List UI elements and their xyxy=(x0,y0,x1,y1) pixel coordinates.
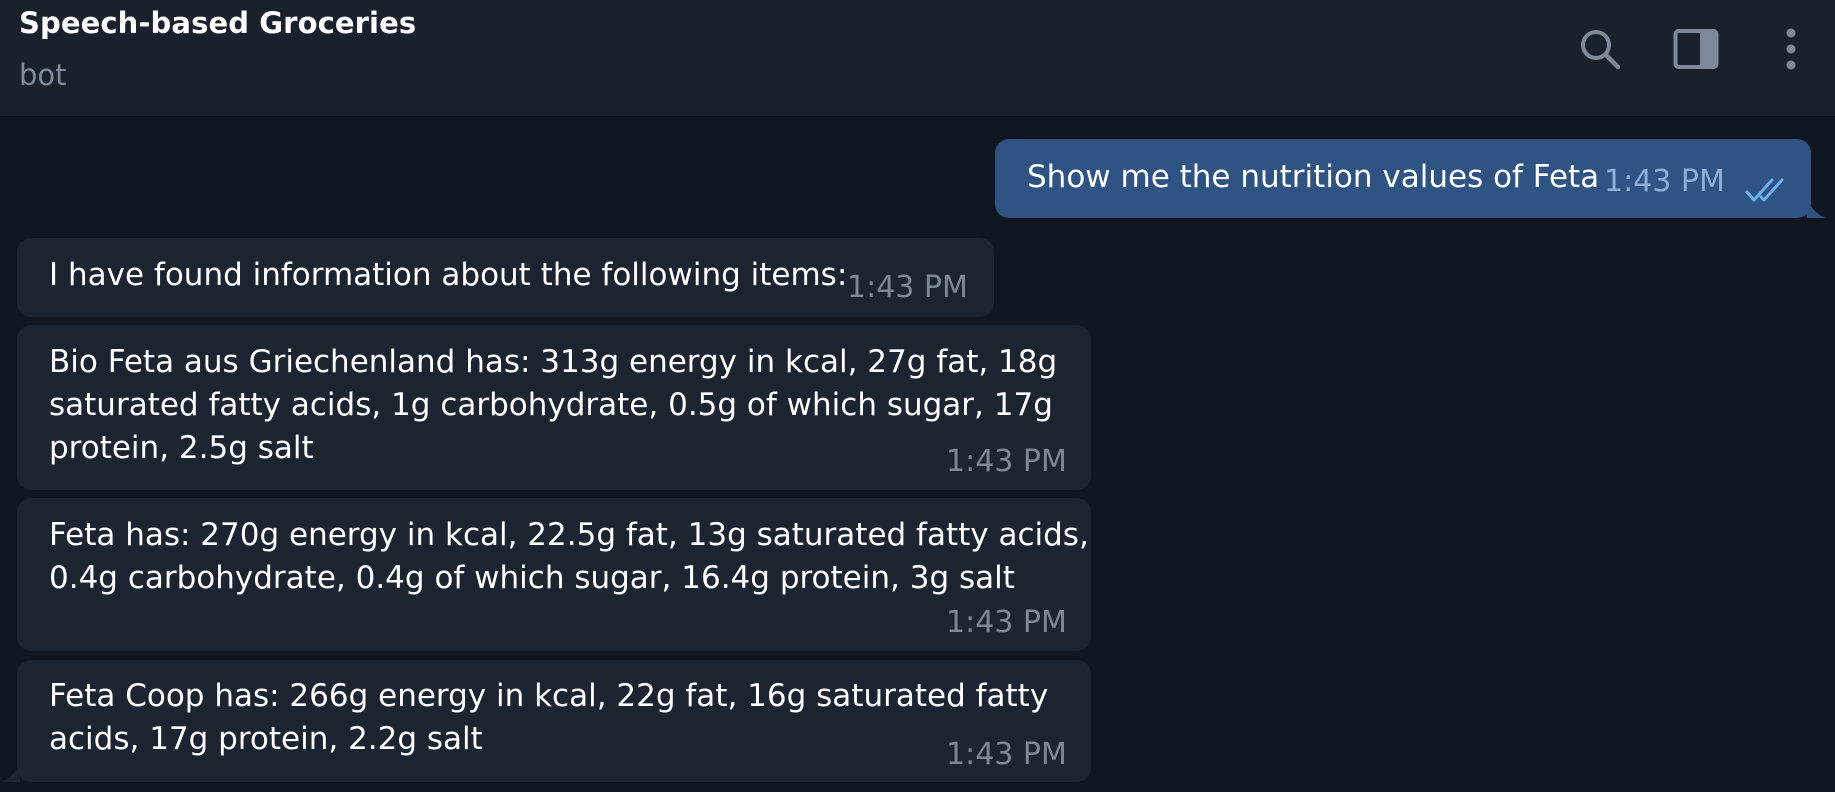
double-check-icon xyxy=(1745,172,1793,215)
message-time: 1:43 PM xyxy=(946,737,1067,772)
message-outgoing[interactable]: Show me the nutrition values of Feta 1:4… xyxy=(995,139,1811,218)
message-time: 1:43 PM xyxy=(946,605,1067,640)
message-text: Show me the nutrition values of Feta xyxy=(1027,159,1600,195)
chat-window: Speech-based Groceries bot Show me the n… xyxy=(0,0,1835,792)
message-time: 1:43 PM xyxy=(1604,164,1725,199)
sidebar-toggle-button[interactable] xyxy=(1671,24,1721,74)
message-text: Feta Coop has: 266g energy in kcal, 22g … xyxy=(49,678,1049,757)
bubble-tail-outgoing xyxy=(1807,199,1826,218)
bubble-tail-incoming xyxy=(1,763,20,782)
message-text: Feta has: 270g energy in kcal, 22.5g fat… xyxy=(49,517,1089,596)
more-vertical-icon xyxy=(1784,27,1798,71)
sidebar-toggle-icon xyxy=(1673,28,1719,70)
message-incoming[interactable]: Feta has: 270g energy in kcal, 22.5g fat… xyxy=(17,498,1091,651)
search-button[interactable] xyxy=(1575,24,1625,74)
message-time: 1:43 PM xyxy=(847,270,968,305)
more-options-button[interactable] xyxy=(1766,24,1816,74)
search-icon xyxy=(1578,27,1622,71)
chat-title[interactable]: Speech-based Groceries xyxy=(19,6,416,40)
message-text: Bio Feta aus Griechenland has: 313g ener… xyxy=(49,344,1058,466)
message-list[interactable]: Show me the nutrition values of Feta 1:4… xyxy=(0,117,1835,792)
message-time: 1:43 PM xyxy=(946,444,1067,479)
message-incoming[interactable]: Feta Coop has: 266g energy in kcal, 22g … xyxy=(17,660,1091,782)
message-incoming[interactable]: I have found information about the follo… xyxy=(17,238,994,317)
chat-header: Speech-based Groceries bot xyxy=(0,0,1835,117)
chat-subtitle: bot xyxy=(19,58,67,92)
message-text: I have found information about the follo… xyxy=(49,257,848,293)
message-incoming[interactable]: Bio Feta aus Griechenland has: 313g ener… xyxy=(17,325,1091,490)
